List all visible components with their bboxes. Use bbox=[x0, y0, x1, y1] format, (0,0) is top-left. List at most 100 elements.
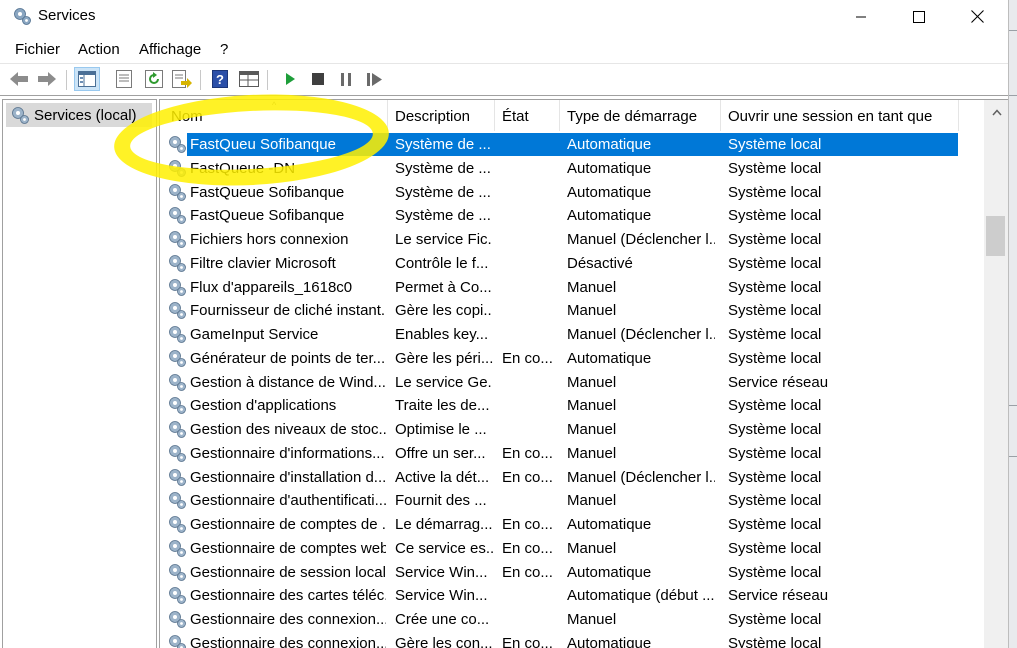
start-service-button[interactable] bbox=[279, 68, 301, 90]
column-header-startup-type[interactable]: Type de démarrage bbox=[567, 108, 697, 125]
show-hide-tree-icon bbox=[78, 71, 96, 87]
service-row[interactable]: Gestionnaire d'installation d... Active l… bbox=[160, 466, 958, 489]
column-header-description[interactable]: Description bbox=[395, 108, 470, 125]
service-row[interactable]: Fournisseur de cliché instant... Gère les… bbox=[160, 299, 958, 322]
service-logon-as: Système local bbox=[728, 563, 822, 581]
column-header-state[interactable]: État bbox=[502, 108, 529, 125]
service-gear-icon bbox=[167, 158, 187, 178]
help-button[interactable]: ? bbox=[209, 68, 231, 90]
service-row[interactable]: Gestionnaire des connexion... Gère les co… bbox=[160, 632, 958, 648]
service-row[interactable]: Gestion d'applications Traite les de... Ma… bbox=[160, 394, 958, 417]
service-row[interactable]: FastQueue -DN Système de ... Automatique Sy… bbox=[160, 157, 958, 180]
refresh-button[interactable] bbox=[143, 68, 165, 90]
menu-view[interactable]: Affichage bbox=[139, 41, 201, 58]
service-row[interactable]: Gestionnaire des connexion... Crée une co… bbox=[160, 608, 958, 631]
properties-icon bbox=[116, 70, 132, 88]
service-description: Le service Fic... bbox=[395, 231, 493, 248]
tree-item-services-local[interactable]: Services (local) bbox=[6, 103, 152, 127]
service-row[interactable]: FastQueue Sofibanque Système de ... Automa… bbox=[160, 181, 958, 204]
service-description: Système de ... bbox=[395, 207, 491, 225]
column-divider[interactable] bbox=[720, 100, 721, 131]
service-row[interactable]: Filtre clavier Microsoft Contrôle le f...… bbox=[160, 252, 958, 275]
column-divider[interactable] bbox=[559, 100, 560, 131]
minimize-button[interactable] bbox=[832, 0, 890, 33]
service-description: Permet à Co... bbox=[395, 278, 492, 296]
back-button[interactable] bbox=[8, 68, 30, 90]
service-logon-as: Système local bbox=[728, 611, 822, 628]
service-description: Le service Ge... bbox=[395, 373, 493, 391]
column-divider[interactable] bbox=[387, 100, 388, 131]
scroll-up-button[interactable] bbox=[984, 102, 1008, 122]
service-row[interactable]: Gestion à distance de Wind... Le service … bbox=[160, 371, 958, 394]
column-header-name[interactable]: Nom bbox=[171, 108, 203, 125]
menu-action[interactable]: Action bbox=[78, 41, 120, 58]
show-hide-tree-button[interactable] bbox=[74, 67, 100, 91]
service-gear-icon bbox=[167, 538, 187, 558]
menu-file[interactable]: Fichier bbox=[15, 41, 60, 58]
service-gear-icon bbox=[167, 324, 187, 344]
column-divider[interactable] bbox=[958, 100, 959, 131]
service-logon-as: Système local bbox=[728, 349, 822, 367]
service-description: Contrôle le f... bbox=[395, 254, 489, 272]
console-view-button[interactable] bbox=[238, 68, 260, 90]
service-row[interactable]: Gestionnaire de comptes web Ce service es… bbox=[160, 537, 958, 560]
service-description: Ce service es... bbox=[395, 539, 493, 557]
help-icon: ? bbox=[212, 70, 228, 88]
service-startup-type: Automatique (début ... bbox=[567, 587, 715, 605]
service-description: Gère les copi... bbox=[395, 302, 493, 320]
service-startup-type: Manuel bbox=[567, 373, 617, 391]
title-bar[interactable]: Services bbox=[0, 0, 1008, 33]
service-name: FastQueue Sofibanque bbox=[190, 183, 345, 201]
service-gear-icon bbox=[167, 633, 187, 648]
service-name: Fournisseur de cliché instant... bbox=[190, 302, 386, 320]
export-list-button[interactable] bbox=[171, 68, 193, 90]
stop-service-button[interactable] bbox=[307, 68, 329, 90]
service-name: Gestionnaire d'informations... bbox=[190, 444, 385, 462]
back-arrow-icon bbox=[10, 72, 28, 86]
service-logon-as: Système local bbox=[728, 278, 822, 296]
service-logon-as: Système local bbox=[728, 444, 822, 462]
service-row[interactable]: Gestionnaire de session locale Service Wi… bbox=[160, 561, 958, 584]
column-header-logon-as[interactable]: Ouvrir une session en tant que bbox=[728, 108, 932, 125]
service-gear-icon bbox=[167, 514, 187, 534]
pause-service-button[interactable] bbox=[335, 68, 357, 90]
desktop-edge bbox=[1009, 0, 1017, 648]
service-description: Optimise le ... bbox=[395, 421, 487, 438]
service-name: Gestionnaire des cartes téléc... bbox=[190, 587, 386, 605]
services-list: ^ Nom Description État Type de démarrage… bbox=[159, 99, 1008, 648]
service-row[interactable]: Gestionnaire de comptes de ... Le démarra… bbox=[160, 513, 958, 536]
properties-button[interactable] bbox=[113, 68, 135, 90]
service-row[interactable]: Fichiers hors connexion Le service Fic...… bbox=[160, 228, 958, 251]
scrollbar-thumb[interactable] bbox=[986, 216, 1005, 256]
service-gear-icon bbox=[167, 609, 187, 629]
toolbar-separator bbox=[66, 70, 67, 90]
service-row[interactable]: Flux d'appareils_1618c0 Permet à Co... Man… bbox=[160, 276, 958, 299]
restart-service-button[interactable] bbox=[364, 68, 386, 90]
console-view-icon bbox=[239, 71, 259, 87]
service-name: Gestionnaire de comptes de ... bbox=[190, 516, 386, 533]
minimize-icon bbox=[856, 16, 866, 17]
service-row[interactable]: Gestionnaire des cartes téléc... Service … bbox=[160, 584, 958, 607]
column-divider[interactable] bbox=[494, 100, 495, 131]
service-gear-icon bbox=[167, 277, 187, 297]
service-startup-type: Automatique bbox=[567, 207, 652, 225]
menu-help[interactable]: ? bbox=[220, 41, 228, 58]
service-description: Système de ... bbox=[395, 159, 491, 177]
service-row[interactable]: Gestionnaire d'authentificati... Fournit … bbox=[160, 489, 958, 512]
service-row[interactable]: FastQueue Sofibanque Système de ... Automa… bbox=[160, 204, 958, 227]
forward-button[interactable] bbox=[36, 68, 58, 90]
maximize-button[interactable] bbox=[890, 0, 948, 33]
service-gear-icon bbox=[167, 300, 187, 320]
service-gear-icon bbox=[167, 443, 187, 463]
service-state: En co... bbox=[502, 349, 553, 367]
menu-bar: Fichier Action Affichage ? bbox=[0, 38, 1008, 62]
service-row[interactable]: GameInput Service Enables key... Manuel (D… bbox=[160, 323, 958, 346]
service-logon-as: Système local bbox=[728, 634, 822, 648]
service-row[interactable]: FastQueu Sofibanque Système de ... Automat… bbox=[160, 133, 958, 156]
vertical-scrollbar[interactable] bbox=[984, 100, 1008, 648]
service-row[interactable]: Gestion des niveaux de stoc... Optimise l… bbox=[160, 418, 958, 441]
close-button[interactable] bbox=[948, 0, 1006, 33]
service-row[interactable]: Générateur de points de ter... Gère les p… bbox=[160, 347, 958, 370]
service-row[interactable]: Gestionnaire d'informations... Offre un s… bbox=[160, 442, 958, 465]
service-name: Gestionnaire des connexion... bbox=[190, 611, 386, 628]
